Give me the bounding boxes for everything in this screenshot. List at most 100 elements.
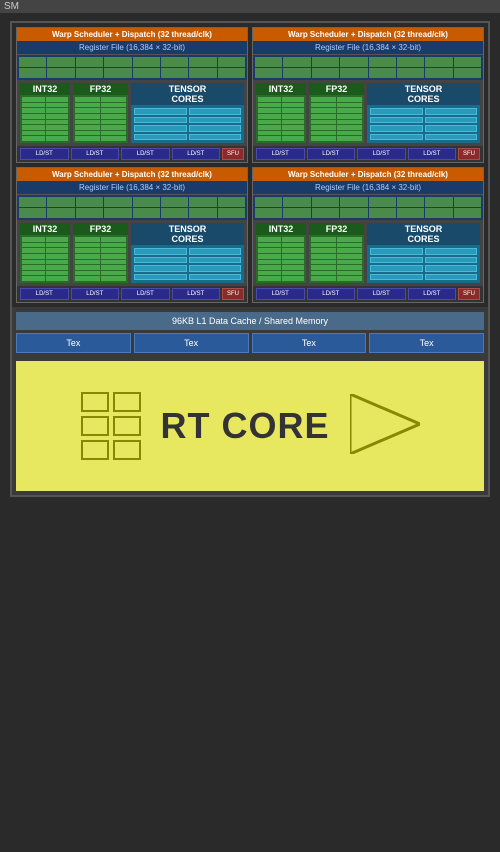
int32-cell: [258, 260, 281, 265]
tensor-cell: [134, 248, 187, 255]
int32-cell: [282, 254, 305, 259]
reg-cell: [189, 208, 216, 218]
tensor-cell: [189, 257, 242, 264]
tensor-block-2: [367, 105, 480, 143]
fp32-cell: [101, 254, 126, 259]
ldst-btn-3: LD/ST: [121, 148, 170, 160]
fp32-cell: [337, 248, 362, 253]
int32-cell: [282, 276, 305, 281]
int32-cell: [258, 271, 281, 276]
reg-cell: [161, 208, 188, 218]
ldst-row-2: LD/ST LD/ST LD/ST LD/ST SFU: [253, 146, 483, 162]
int32-block-3: [20, 235, 70, 283]
reg-cell: [454, 68, 481, 78]
int32-cell: [22, 131, 45, 136]
int32-block-2: [256, 95, 306, 143]
fp32-cell: [337, 108, 362, 113]
rt-box-5: [81, 440, 109, 460]
rt-box-4: [113, 416, 141, 436]
int32-block-4: [256, 235, 306, 283]
reg-grid-3: [17, 195, 247, 220]
l1-cache: 96KB L1 Data Cache / Shared Memory: [16, 312, 484, 330]
fp32-cell: [101, 97, 126, 102]
int32-label-3: INT32: [20, 223, 70, 235]
reg-cell: [104, 57, 131, 67]
int32-cell: [22, 237, 45, 242]
register-file-3: Register File (16,384 × 32-bit): [17, 181, 247, 195]
reg-cell: [189, 57, 216, 67]
reg-cell: [47, 57, 74, 67]
reg-cell: [218, 68, 245, 78]
fp32-block-2: [309, 95, 364, 143]
int32-cell: [46, 248, 69, 253]
cores-row-4: INT32: [253, 220, 483, 286]
fp32-cell: [311, 243, 336, 248]
int32-cell: [46, 131, 69, 136]
warp-scheduler-2: Warp Scheduler + Dispatch (32 thread/clk…: [253, 28, 483, 41]
reg-cell: [369, 57, 396, 67]
fp32-cell: [101, 237, 126, 242]
fp32-cell: [101, 120, 126, 125]
int32-cell: [282, 108, 305, 113]
tensor-label-1: TENSORCORES: [131, 83, 244, 105]
int32-cell: [46, 243, 69, 248]
int32-cell: [282, 131, 305, 136]
sfu-btn-2: SFU: [458, 148, 480, 160]
reg-cell: [283, 208, 310, 218]
tensor-cell: [370, 274, 423, 281]
reg-cell: [189, 68, 216, 78]
ldst-btn-11: LD/ST: [121, 288, 170, 300]
fp32-cell: [101, 271, 126, 276]
fp32-cell: [75, 265, 100, 270]
fp32-label-4: FP32: [309, 223, 364, 235]
int32-cell: [282, 260, 305, 265]
int32-cell: [46, 114, 69, 119]
int32-cell: [258, 120, 281, 125]
reg-cell: [312, 197, 339, 207]
int32-cell: [46, 265, 69, 270]
reg-cell: [369, 68, 396, 78]
ldst-row-1: LD/ST LD/ST LD/ST LD/ST SFU: [17, 146, 247, 162]
tensor-cell: [425, 108, 478, 115]
reg-cell: [312, 208, 339, 218]
reg-cell: [312, 57, 339, 67]
int32-cell: [258, 237, 281, 242]
int32-cell: [258, 276, 281, 281]
tensor-cell: [425, 265, 478, 272]
fp32-cell: [101, 276, 126, 281]
tensor-cell: [189, 108, 242, 115]
reg-cell: [255, 68, 282, 78]
tensor-cell: [425, 125, 478, 132]
fp32-cell: [75, 103, 100, 108]
rt-box-3: [81, 416, 109, 436]
reg-cell: [133, 68, 160, 78]
tensor-cell: [189, 274, 242, 281]
reg-cell: [454, 208, 481, 218]
int32-cell: [282, 237, 305, 242]
fp32-cell: [101, 108, 126, 113]
reg-cell: [47, 68, 74, 78]
fp32-cell: [311, 248, 336, 253]
rt-box-1: [81, 392, 109, 412]
fp32-cell: [337, 97, 362, 102]
rt-core-section: RT CORE: [16, 361, 484, 491]
reg-cell: [218, 57, 245, 67]
register-file-2: Register File (16,384 × 32-bit): [253, 41, 483, 55]
reg-cell: [47, 208, 74, 218]
tensor-cell: [370, 257, 423, 264]
fp32-cell: [337, 254, 362, 259]
fp32-wrapper-2: FP32: [309, 83, 364, 143]
tensor-label-2: TENSORCORES: [367, 83, 480, 105]
tensor-block-3: [131, 245, 244, 283]
int32-cell: [258, 97, 281, 102]
int32-cell: [46, 260, 69, 265]
fp32-cell: [337, 265, 362, 270]
int32-cell: [22, 120, 45, 125]
tensor-cell: [425, 274, 478, 281]
int32-block-1: [20, 95, 70, 143]
tensor-cell: [370, 117, 423, 124]
fp32-cell: [337, 243, 362, 248]
tensor-cell: [134, 134, 187, 141]
fp32-cell: [311, 136, 336, 141]
int32-wrapper-4: INT32: [256, 223, 306, 283]
